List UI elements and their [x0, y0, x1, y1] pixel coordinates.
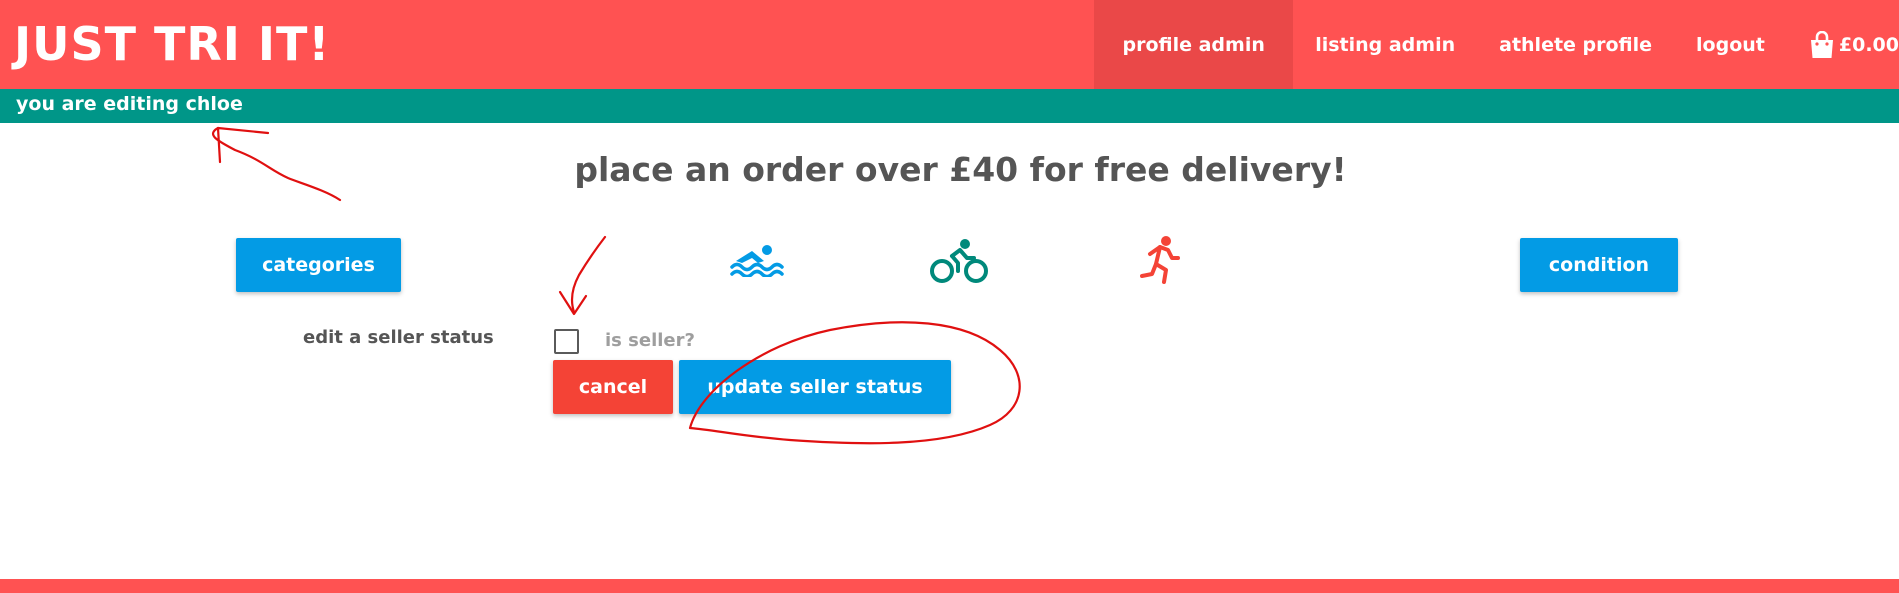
nav-profile-admin[interactable]: Profile Admin [1094, 0, 1294, 89]
edit-banner-text: You are editing chloe [16, 93, 243, 115]
annotation-arrow-checkbox [570, 235, 607, 314]
nav-athlete-profile[interactable]: Athlete Profile [1477, 0, 1674, 89]
is-seller-checkbox[interactable] [554, 329, 579, 354]
cycling-icon[interactable] [930, 238, 988, 284]
footer-bar [0, 579, 1899, 593]
nav-links: Profile Admin Listing Admin Athlete Prof… [1094, 0, 1899, 89]
annotation-arrowhead-checkbox [558, 290, 588, 316]
navbar: JUST TRI IT! Profile Admin Listing Admin… [0, 0, 1899, 89]
condition-button[interactable]: Condition [1520, 238, 1678, 292]
cart-link[interactable]: £0.00 [1787, 0, 1899, 89]
shopping-bag-icon [1810, 30, 1833, 58]
cancel-button[interactable]: Cancel [553, 360, 673, 414]
update-seller-status-button[interactable]: Update Seller Status [679, 360, 951, 414]
seller-form-heading: Edit a Seller Status [303, 327, 494, 348]
swimming-icon[interactable] [730, 243, 784, 277]
brand-logo[interactable]: JUST TRI IT! [14, 14, 330, 74]
categories-button[interactable]: Categories [236, 238, 401, 292]
cart-total: £0.00 [1838, 33, 1899, 56]
is-seller-label[interactable]: Is Seller? [605, 330, 695, 351]
edit-banner: You are editing chloe [0, 89, 1899, 123]
running-icon[interactable] [1140, 236, 1180, 284]
nav-logout[interactable]: Logout [1674, 0, 1787, 89]
promo-headline: Place an order over £40 for free deliver… [574, 150, 1347, 189]
nav-listing-admin[interactable]: Listing Admin [1293, 0, 1477, 89]
